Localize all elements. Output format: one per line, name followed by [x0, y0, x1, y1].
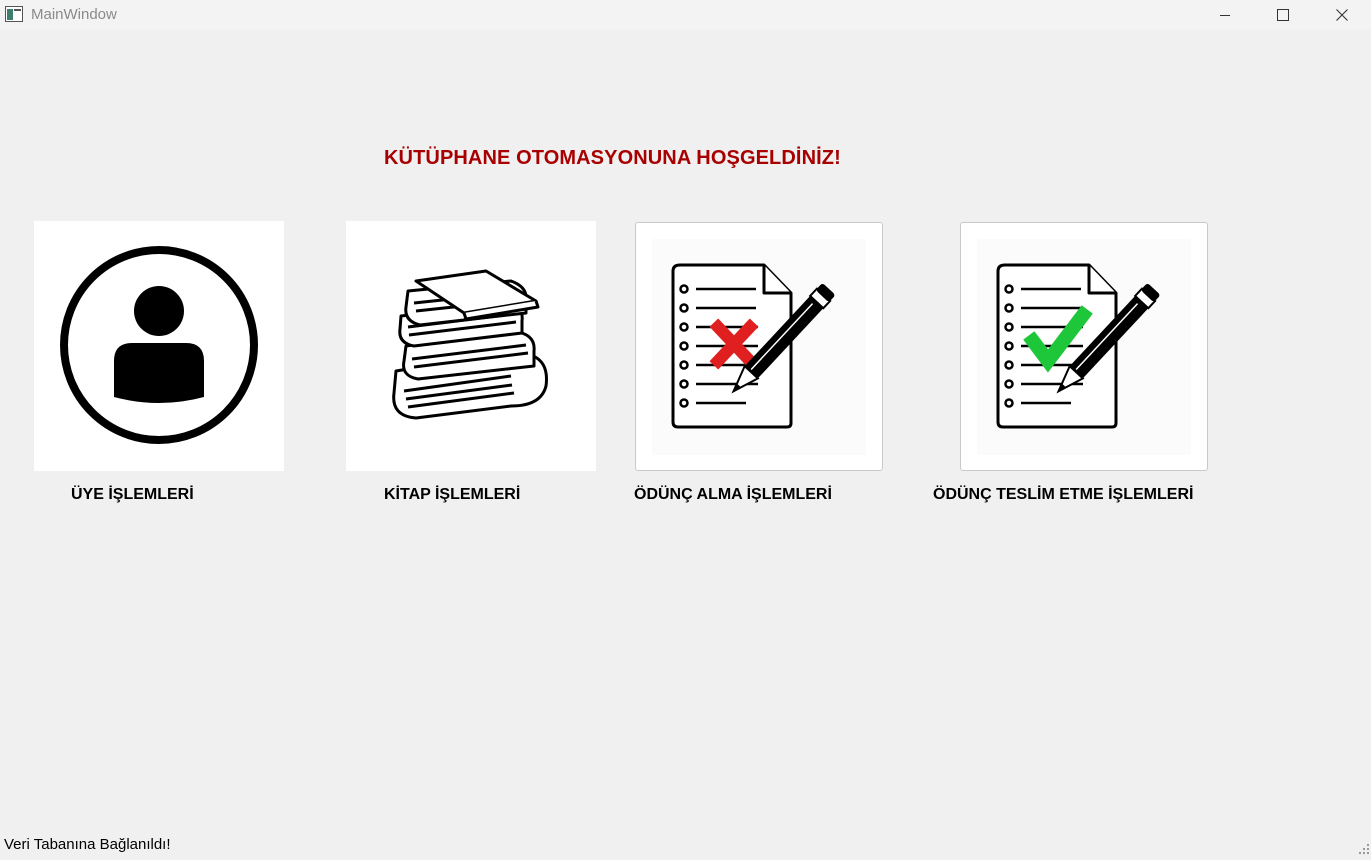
window-title: MainWindow	[31, 6, 117, 23]
status-bar-message: Veri Tabanına Bağlanıldı!	[4, 836, 171, 853]
close-icon	[1336, 9, 1348, 21]
return-operations-label: ÖDÜNÇ TESLİM ETME İŞLEMLERİ	[933, 486, 1194, 503]
minimize-button[interactable]	[1196, 0, 1254, 30]
document-red-cross-pencil-icon	[652, 239, 866, 455]
app-window-icon	[5, 6, 23, 22]
member-operations-label: ÜYE İŞLEMLERİ	[71, 486, 194, 503]
member-operations-button[interactable]	[34, 221, 284, 471]
close-button[interactable]	[1313, 0, 1371, 30]
member-user-icon	[60, 246, 258, 444]
size-grip-icon[interactable]	[1358, 842, 1370, 854]
books-stack-icon	[392, 269, 548, 420]
title-bar: MainWindow	[0, 0, 1371, 30]
maximize-button[interactable]	[1254, 0, 1312, 30]
minimize-icon	[1220, 15, 1230, 16]
borrow-operations-button[interactable]	[635, 222, 883, 471]
borrow-operations-label: ÖDÜNÇ ALMA İŞLEMLERİ	[634, 486, 832, 503]
book-operations-button[interactable]	[346, 221, 596, 471]
welcome-headline: KÜTÜPHANE OTOMASYONUNA HOŞGELDİNİZ!	[384, 147, 841, 169]
maximize-icon	[1277, 9, 1289, 21]
document-green-check-pencil-icon	[977, 239, 1191, 455]
return-operations-button[interactable]	[960, 222, 1208, 471]
book-operations-label: KİTAP İŞLEMLERİ	[384, 486, 521, 503]
